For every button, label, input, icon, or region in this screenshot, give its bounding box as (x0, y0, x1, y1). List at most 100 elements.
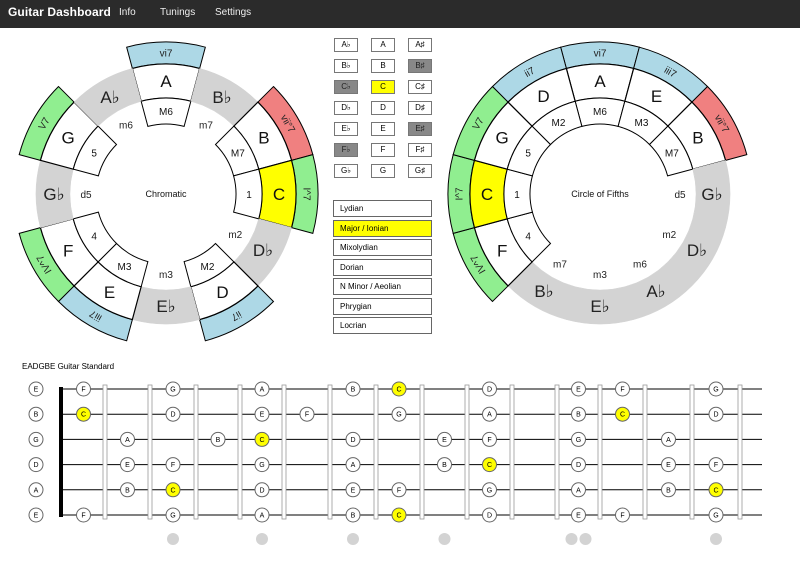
fret-note[interactable]: B (345, 507, 361, 523)
key-button[interactable]: E♯ (408, 122, 432, 136)
fret-note[interactable]: F (615, 381, 630, 397)
fret-note[interactable]: B (210, 431, 226, 447)
key-button[interactable]: A♯ (408, 38, 432, 52)
fret-note[interactable]: C (482, 457, 497, 473)
fret-note[interactable]: F (76, 381, 91, 397)
key-button[interactable]: A (371, 38, 395, 52)
fret-note[interactable]: A (661, 431, 676, 447)
mode-button[interactable]: Major / Ionian (333, 219, 432, 237)
fret-note[interactable]: F (708, 457, 724, 473)
mode-button[interactable]: Phrygian (333, 297, 432, 315)
mode-button[interactable]: Lydian (333, 200, 432, 217)
fret-note[interactable]: G (254, 457, 270, 473)
fret-note[interactable]: F (482, 431, 497, 447)
key-button[interactable]: C♯ (408, 80, 432, 94)
mode-button[interactable]: Mixolydian (333, 239, 432, 256)
fret-note[interactable]: G (571, 431, 586, 447)
fret-note[interactable]: C (391, 507, 407, 523)
fret-note[interactable]: E (345, 482, 361, 498)
fret-note[interactable]: D (345, 431, 361, 447)
nav-settings[interactable]: Settings (215, 7, 251, 18)
open-string-note[interactable]: E (28, 507, 44, 523)
key-button[interactable]: B♭ (334, 59, 358, 73)
fret-note[interactable]: G (391, 406, 407, 422)
fret-note[interactable]: C (76, 406, 91, 422)
chromatic-segment[interactable]: vi7 A M6 (126, 41, 206, 127)
fret-note[interactable]: D (708, 406, 724, 422)
nav-info[interactable]: Info (119, 7, 136, 18)
fret-note[interactable]: A (254, 507, 270, 523)
note-text: A (576, 487, 581, 494)
fret-note[interactable]: E (661, 457, 676, 473)
open-string-note[interactable]: B (28, 406, 44, 422)
fret-note[interactable]: B (571, 406, 586, 422)
open-string-note[interactable]: E (28, 381, 44, 397)
fret-note[interactable]: G (708, 507, 724, 523)
key-button[interactable]: E♭ (334, 122, 358, 136)
fret-note[interactable]: A (345, 457, 361, 473)
fret (464, 384, 470, 520)
fret-note[interactable]: C (615, 406, 630, 422)
key-button[interactable]: B♯ (408, 59, 432, 73)
fret-note[interactable]: B (437, 457, 452, 473)
fret-note[interactable]: G (165, 507, 181, 523)
note-text: C (170, 487, 175, 494)
fret-note[interactable]: F (391, 482, 407, 498)
key-button[interactable]: F♯ (408, 143, 432, 157)
fret-note[interactable]: C (165, 482, 181, 498)
nav-tunings[interactable]: Tunings (160, 7, 195, 18)
key-button[interactable]: G♯ (408, 164, 432, 178)
app-brand[interactable]: Guitar Dashboard (8, 5, 111, 19)
open-string-note[interactable]: A (28, 482, 44, 498)
key-button[interactable]: C (371, 80, 395, 94)
note-text: E (125, 462, 130, 469)
key-button[interactable]: G♭ (334, 164, 358, 178)
fret-note[interactable]: E (437, 431, 452, 447)
open-string-note[interactable]: D (28, 457, 44, 473)
key-button[interactable]: D♯ (408, 101, 432, 115)
fifths-segment[interactable]: E♭ m3 (566, 270, 634, 325)
fret-note[interactable]: G (708, 381, 724, 397)
fret-note[interactable]: G (482, 482, 497, 498)
fret-note[interactable]: B (661, 482, 676, 498)
fret-note[interactable]: E (571, 507, 586, 523)
key-button[interactable]: D♭ (334, 101, 358, 115)
key-button[interactable]: D (371, 101, 395, 115)
key-button[interactable]: F♭ (334, 143, 358, 157)
fret-note[interactable]: F (299, 406, 315, 422)
fret-note[interactable]: C (708, 482, 724, 498)
fret-note[interactable]: F (165, 457, 181, 473)
fret-note[interactable]: D (571, 457, 586, 473)
key-button[interactable]: E (371, 122, 395, 136)
fret-note[interactable]: D (254, 482, 270, 498)
fret (102, 384, 108, 520)
key-button[interactable]: F (371, 143, 395, 157)
key-button[interactable]: B (371, 59, 395, 73)
fret-note[interactable]: G (165, 381, 181, 397)
fret-note[interactable]: D (482, 381, 497, 397)
open-string-note[interactable]: G (28, 431, 44, 447)
mode-button[interactable]: Locrian (333, 317, 432, 334)
fret-note[interactable]: C (391, 381, 407, 397)
fret-note[interactable]: E (571, 381, 586, 397)
fret-note[interactable]: F (615, 507, 630, 523)
fret-note[interactable]: E (254, 406, 270, 422)
fifths-center-label: Circle of Fifths (571, 189, 629, 199)
key-button[interactable]: C♭ (334, 80, 358, 94)
mode-button[interactable]: N Minor / Aeolian (333, 278, 432, 295)
fret-note[interactable]: B (120, 482, 135, 498)
fret-note[interactable]: A (482, 406, 497, 422)
key-button[interactable]: G (371, 164, 395, 178)
fret-note[interactable]: A (571, 482, 586, 498)
key-button[interactable]: A♭ (334, 38, 358, 52)
mode-button[interactable]: Dorian (333, 258, 432, 276)
fret-note[interactable]: C (254, 431, 270, 447)
fret-note[interactable]: F (76, 507, 91, 523)
fret-note[interactable]: A (254, 381, 270, 397)
fret-note[interactable]: B (345, 381, 361, 397)
fret-note[interactable]: D (165, 406, 181, 422)
fret-note[interactable]: A (120, 431, 135, 447)
interval-label: m6 (633, 259, 647, 270)
fret-note[interactable]: E (120, 457, 135, 473)
fret-note[interactable]: D (482, 507, 497, 523)
